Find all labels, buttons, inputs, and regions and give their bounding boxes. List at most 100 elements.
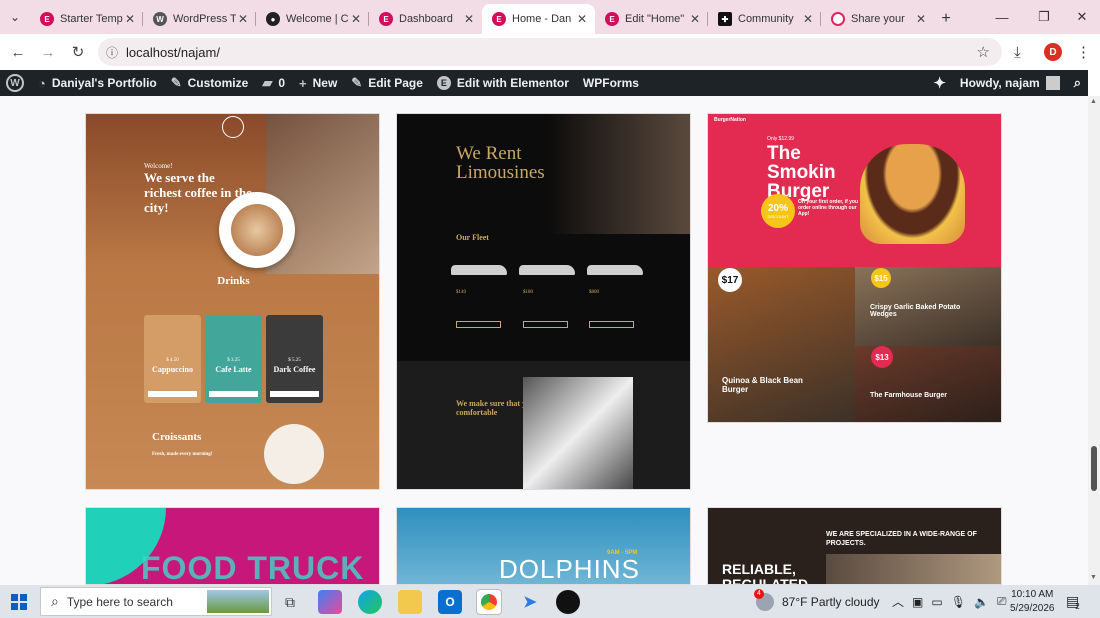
burger-offer-text: On your first order, if you order online… bbox=[798, 199, 859, 217]
camera-icon[interactable]: ▣ bbox=[912, 595, 923, 609]
howdy-label: Howdy, najam bbox=[959, 76, 1040, 90]
close-icon[interactable]: ✕ bbox=[236, 12, 250, 26]
wp-admin-bar: W ◔ Daniyal's Portfolio ✎ Customize ▰ 0 + Ne… bbox=[0, 70, 1088, 96]
browser-tab-strip: ⌄ E Starter Temp ✕ W WordPress T ✕ ● Welcome … bbox=[0, 0, 1100, 34]
github-desktop-icon[interactable] bbox=[556, 590, 580, 614]
coffee-template-card[interactable]: Welcome! We serve the richest coffee in … bbox=[85, 113, 380, 490]
url-text: localhost/najam/ bbox=[126, 44, 220, 60]
clock-date: 5/29/2026 bbox=[1010, 603, 1055, 614]
taskbar-search-input[interactable]: ⌕ Type here to search bbox=[40, 587, 272, 616]
close-icon[interactable]: ✕ bbox=[688, 12, 702, 26]
weather-cloud-icon: 4 bbox=[754, 588, 774, 611]
edit-page-label: Edit Page bbox=[368, 76, 423, 90]
edit-elementor-link[interactable]: E Edit with Elementor bbox=[430, 70, 576, 96]
bookmark-star-icon[interactable]: ☆ bbox=[977, 43, 990, 61]
tab-6[interactable]: ✚ Community ✕ bbox=[708, 4, 821, 34]
edit-page-link[interactable]: ✎ Edit Page bbox=[344, 70, 430, 96]
search-icon: ⌕ bbox=[51, 593, 59, 609]
download-icon[interactable]: ⤓ bbox=[1014, 34, 1021, 70]
network-icon[interactable]: ⎚ bbox=[997, 594, 1007, 609]
tab-1[interactable]: W WordPress T ✕ bbox=[143, 4, 256, 34]
brush-icon: ✎ bbox=[170, 75, 182, 90]
edge-browser-icon[interactable] bbox=[358, 590, 382, 614]
howdy-user-menu[interactable]: Howdy, najam bbox=[953, 70, 1067, 96]
burger-brand: BurgerNation bbox=[714, 117, 746, 123]
microphone-icon[interactable]: 🎙 bbox=[951, 595, 966, 609]
elementor-icon: E bbox=[40, 12, 54, 26]
github-icon: ● bbox=[266, 12, 280, 26]
scrollbar-thumb[interactable] bbox=[1091, 446, 1097, 491]
site-name-link[interactable]: ◔ Daniyal's Portfolio bbox=[31, 70, 164, 96]
taskbar-clock[interactable]: 10:10 AM 5/29/2026 bbox=[1010, 588, 1055, 616]
tab-search-chevron-icon[interactable]: ⌄ bbox=[0, 0, 30, 34]
volume-icon[interactable]: 🔈 bbox=[974, 595, 989, 609]
limo-price: $180 bbox=[523, 290, 533, 295]
discount-badge: 20% DISCOUNT bbox=[761, 194, 795, 228]
community-icon: ✚ bbox=[718, 12, 732, 26]
forward-arrow-icon[interactable]: → bbox=[33, 37, 63, 67]
foodtruck-template-card[interactable]: FOOD TRUCK bbox=[85, 507, 380, 585]
page-scrollbar[interactable]: ▲ ▼ bbox=[1088, 96, 1100, 585]
send-arrow-icon[interactable]: ➤ bbox=[518, 590, 542, 614]
customize-link[interactable]: ✎ Customize bbox=[164, 70, 256, 96]
scroll-up-icon[interactable]: ▲ bbox=[1090, 98, 1097, 105]
wordpress-logo-button[interactable]: W bbox=[0, 70, 31, 96]
admin-search-icon[interactable]: ⌕ bbox=[1067, 70, 1088, 96]
limousine-template-card[interactable]: We Rent Limousines Our Fleet $140 $180 $… bbox=[396, 113, 691, 490]
tab-3[interactable]: E Dashboard ✕ bbox=[369, 4, 482, 34]
construction-template-card[interactable]: WE ARE SPECIALIZED IN A WIDE-RANGE OF PR… bbox=[707, 507, 1002, 585]
battery-icon[interactable]: ▭ bbox=[931, 595, 942, 609]
system-tray: ︿ ▣ ▭ 🎙 🔈 ⎚ bbox=[892, 585, 1007, 618]
restore-icon[interactable]: ❐ bbox=[1024, 0, 1064, 34]
minimize-icon[interactable]: — bbox=[982, 0, 1022, 34]
task-view-icon[interactable]: ⧉ bbox=[278, 590, 302, 614]
burger-template-card[interactable]: BurgerNation Only $12.99 The Smokin Burg… bbox=[707, 113, 1002, 423]
window-close-icon[interactable]: ✕ bbox=[1062, 0, 1100, 34]
drink-name: Cafe Latte bbox=[215, 365, 252, 374]
coffee-cup-image bbox=[219, 192, 295, 268]
site-name: Daniyal's Portfolio bbox=[51, 76, 157, 90]
new-content-link[interactable]: + New bbox=[292, 70, 344, 96]
chevron-up-icon[interactable]: ︿ bbox=[892, 593, 904, 610]
close-icon[interactable]: ✕ bbox=[801, 12, 815, 26]
tab-7[interactable]: Share your ✕ bbox=[821, 4, 934, 34]
close-icon[interactable]: ✕ bbox=[462, 12, 476, 26]
chrome-icon[interactable] bbox=[476, 589, 502, 615]
croissants-heading: Croissants bbox=[152, 431, 202, 443]
wpforms-link[interactable]: WPForms bbox=[576, 70, 646, 96]
comments-count: 0 bbox=[278, 76, 286, 90]
copilot-icon[interactable] bbox=[318, 590, 342, 614]
limo-fleet-heading: Our Fleet bbox=[456, 233, 489, 242]
ai-sparkle-button[interactable]: ✦ bbox=[926, 70, 953, 96]
profile-button[interactable]: D bbox=[1044, 34, 1062, 70]
croissants-subtitle: Fresh, made every morning! bbox=[152, 452, 213, 457]
search-highlight-image bbox=[207, 590, 269, 613]
menu-kebab-icon[interactable]: ⋮ bbox=[1076, 34, 1091, 70]
dolphins-template-card[interactable]: 9AM - 5PM DOLPHINS bbox=[396, 507, 691, 585]
address-bar[interactable]: ⓘ localhost/najam/ ☆ bbox=[98, 38, 1002, 66]
close-icon[interactable]: ✕ bbox=[123, 12, 137, 26]
tab-4-active[interactable]: E Home - Dan ✕ bbox=[482, 4, 595, 34]
tab-2[interactable]: ● Welcome | C ✕ bbox=[256, 4, 369, 34]
comments-link[interactable]: ▰ 0 bbox=[255, 70, 292, 96]
file-explorer-icon[interactable] bbox=[398, 590, 422, 614]
back-arrow-icon[interactable]: ← bbox=[3, 37, 33, 67]
new-tab-button[interactable]: + bbox=[934, 4, 958, 34]
notifications-icon[interactable]: ▤ 2 bbox=[1066, 585, 1080, 618]
close-icon[interactable]: ✕ bbox=[914, 12, 928, 26]
tab-5[interactable]: E Edit "Home" ✕ bbox=[595, 4, 708, 34]
weather-widget[interactable]: 4 87°F Partly cloudy bbox=[754, 585, 880, 618]
plus-icon: + bbox=[299, 75, 307, 91]
scroll-down-icon[interactable]: ▼ bbox=[1090, 574, 1097, 581]
dashboard-gauge-icon: ◔ bbox=[38, 75, 46, 91]
site-info-icon[interactable]: ⓘ bbox=[98, 44, 126, 61]
windows-start-icon[interactable] bbox=[0, 593, 38, 610]
close-icon[interactable]: ✕ bbox=[349, 12, 363, 26]
tab-0[interactable]: E Starter Temp ✕ bbox=[30, 4, 143, 34]
reload-icon[interactable]: ↻ bbox=[63, 37, 93, 67]
notif-count: 2 bbox=[1075, 602, 1080, 611]
coffee-welcome: Welcome! bbox=[144, 162, 173, 170]
tab-title: Dashboard bbox=[399, 13, 453, 25]
close-icon[interactable]: ✕ bbox=[575, 12, 589, 26]
outlook-icon[interactable]: O bbox=[438, 590, 462, 614]
